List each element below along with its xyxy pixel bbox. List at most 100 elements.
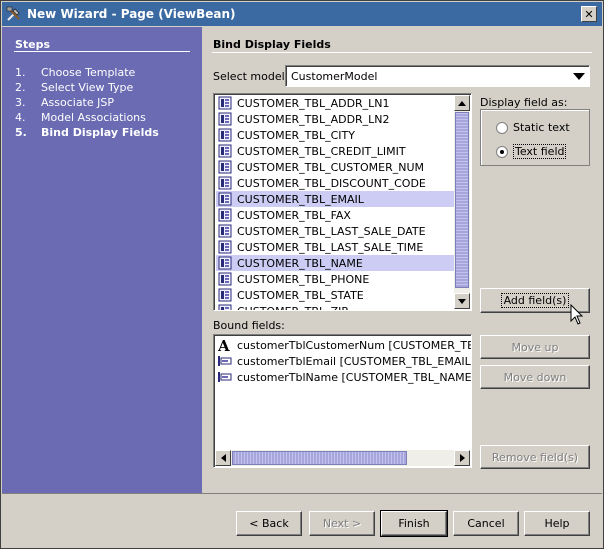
step-item: 4. Model Associations [15, 110, 159, 125]
radio-circle[interactable] [496, 145, 508, 158]
title-bar[interactable]: New Wizard - Page (ViewBean) ✕ [2, 2, 602, 26]
model-field-icon [218, 304, 232, 310]
next-button[interactable]: Next > [309, 511, 375, 536]
move-down-button[interactable]: Move down [480, 365, 590, 389]
step-item: 3. Associate JSP [15, 95, 159, 110]
field-list-item-label: CUSTOMER_TBL_PHONE [237, 272, 370, 286]
select-model-label: Select model: [213, 70, 289, 83]
model-field-icon [218, 208, 232, 222]
wizard-window: New Wizard - Page (ViewBean) ✕ Steps 1. C… [0, 0, 604, 549]
bound-fields-label: Bound fields: [213, 319, 285, 332]
close-button[interactable]: ✕ [581, 6, 597, 22]
field-list-item[interactable]: CUSTOMER_TBL_CREDIT_LIMIT [216, 143, 456, 159]
field-list-item[interactable]: CUSTOMER_TBL_NAME [216, 255, 456, 271]
wizard-tools-icon [5, 5, 23, 23]
radio-static-text[interactable]: Static text [496, 121, 570, 134]
model-field-icon [218, 192, 232, 206]
model-select[interactable]: CustomerModel [285, 65, 590, 87]
field-list-item-label: CUSTOMER_TBL_LAST_SALE_TIME [237, 240, 424, 254]
field-list-item-label: CUSTOMER_TBL_EMAIL [237, 192, 364, 206]
steps-panel: Steps 1. Choose Template 2. Select View Typ… [2, 27, 202, 493]
scroll-right-button[interactable] [454, 450, 470, 466]
field-list-item[interactable]: CUSTOMER_TBL_LAST_SALE_TIME [216, 239, 456, 255]
move-up-button[interactable]: Move up [480, 335, 590, 359]
field-list-item[interactable]: CUSTOMER_TBL_FAX [216, 207, 456, 223]
field-list-item-label: CUSTOMER_TBL_NAME [237, 256, 363, 270]
help-label: Help [544, 517, 570, 530]
field-list-item-label: CUSTOMER_TBL_CREDIT_LIMIT [237, 144, 406, 158]
step-item: 2. Select View Type [15, 80, 159, 95]
scroll-right-arrow-icon [459, 454, 465, 462]
field-list-item[interactable]: CUSTOMER_TBL_ADDR_LN1 [216, 95, 456, 111]
field-list-item-label: CUSTOMER_TBL_DISCOUNT_CODE [237, 176, 426, 190]
finish-button[interactable]: Finish [380, 510, 448, 537]
field-list-item[interactable]: CUSTOMER_TBL_CITY [216, 127, 456, 143]
model-fields-list[interactable]: CUSTOMER_TBL_ADDR_LN1 CUSTOMER_TBL_ADDR_L… [213, 93, 472, 311]
field-list-item-label: CUSTOMER_TBL_CITY [237, 128, 355, 142]
move-up-label: Move up [511, 340, 559, 354]
radio-circle[interactable] [496, 121, 508, 134]
field-list-item-label: CUSTOMER_TBL_STATE [237, 288, 364, 302]
model-field-icon [218, 256, 232, 270]
bound-field-item[interactable]: customerTblName [CUSTOMER_TBL_NAME] [216, 369, 472, 385]
window-title: New Wizard - Page (ViewBean) [27, 7, 236, 21]
bound-horizontal-scrollbar[interactable] [215, 450, 470, 466]
step-label: Select View Type [41, 81, 134, 94]
heading-divider [212, 52, 592, 53]
scroll-left-button[interactable] [215, 450, 231, 466]
mouse-pointer-icon [570, 303, 584, 329]
fields-vertical-scrollbar[interactable] [454, 95, 470, 309]
model-field-icon [218, 128, 232, 142]
scroll-up-arrow-icon [458, 100, 466, 106]
text-field-icon [218, 370, 232, 384]
step-number: 2. [15, 81, 26, 94]
help-button[interactable]: Help [524, 511, 590, 536]
field-list-item[interactable]: CUSTOMER_TBL_LAST_SALE_DATE [216, 223, 456, 239]
fields-scroll-thumb[interactable] [455, 112, 469, 288]
step-item: 5. Bind Display Fields [15, 125, 159, 140]
svg-text:A: A [218, 338, 230, 352]
steps-list: 1. Choose Template 2. Select View Type 3. Ass… [15, 65, 159, 140]
step-label: Choose Template [41, 66, 136, 79]
back-button[interactable]: < Back [236, 511, 302, 536]
step-label: Bind Display Fields [41, 126, 159, 139]
field-list-item[interactable]: CUSTOMER_TBL_STATE [216, 287, 456, 303]
step-number: 1. [15, 66, 26, 79]
display-as-group: Static text Text field [480, 109, 590, 166]
model-field-icon [218, 112, 232, 126]
close-icon: ✕ [584, 7, 594, 21]
field-list-item[interactable]: CUSTOMER_TBL_CUSTOMER_NUM [216, 159, 456, 175]
steps-heading: Steps [15, 38, 51, 51]
scroll-up-button[interactable] [454, 95, 470, 111]
bound-field-item-label: customerTblCustomerNum [CUSTOMER_TBL_CUS [237, 338, 472, 352]
field-list-item-label: CUSTOMER_TBL_ZIP [237, 304, 348, 311]
chevron-down-icon[interactable] [569, 67, 589, 85]
radio-static-text-label: Static text [513, 121, 570, 134]
bound-field-item[interactable]: AcustomerTblCustomerNum [CUSTOMER_TBL_CU… [216, 337, 472, 355]
model-field-icon [218, 240, 232, 254]
field-list-item[interactable]: CUSTOMER_TBL_EMAIL [216, 191, 456, 207]
step-item: 1. Choose Template [15, 65, 159, 80]
move-down-label: Move down [503, 370, 567, 384]
step-label: Model Associations [41, 111, 146, 124]
field-list-item[interactable]: CUSTOMER_TBL_PHONE [216, 271, 456, 287]
scroll-down-arrow-icon [458, 298, 466, 304]
radio-text-field[interactable]: Text field [496, 144, 567, 159]
field-list-item[interactable]: CUSTOMER_TBL_DISCOUNT_CODE [216, 175, 456, 191]
scroll-left-arrow-icon [220, 454, 226, 462]
remove-fields-button[interactable]: Remove field(s) [480, 445, 590, 469]
step-number: 5. [15, 126, 27, 139]
field-list-item-label: CUSTOMER_TBL_LAST_SALE_DATE [237, 224, 426, 238]
model-field-icon [218, 160, 232, 174]
scroll-down-button[interactable] [454, 293, 470, 309]
field-list-item[interactable]: CUSTOMER_TBL_ZIP [216, 303, 456, 311]
static-text-icon: A [217, 337, 232, 355]
model-select-value: CustomerModel [291, 69, 378, 83]
cancel-button[interactable]: Cancel [453, 511, 519, 536]
model-field-icon [218, 176, 232, 190]
bound-scroll-thumb[interactable] [232, 451, 407, 465]
bound-field-item[interactable]: customerTblEmail [CUSTOMER_TBL_EMAIL] [216, 353, 471, 369]
field-list-item[interactable]: CUSTOMER_TBL_ADDR_LN2 [216, 111, 456, 127]
bound-field-item-label: customerTblName [CUSTOMER_TBL_NAME] [237, 370, 472, 384]
bound-fields-list[interactable]: AcustomerTblCustomerNum [CUSTOMER_TBL_CU… [213, 334, 472, 468]
